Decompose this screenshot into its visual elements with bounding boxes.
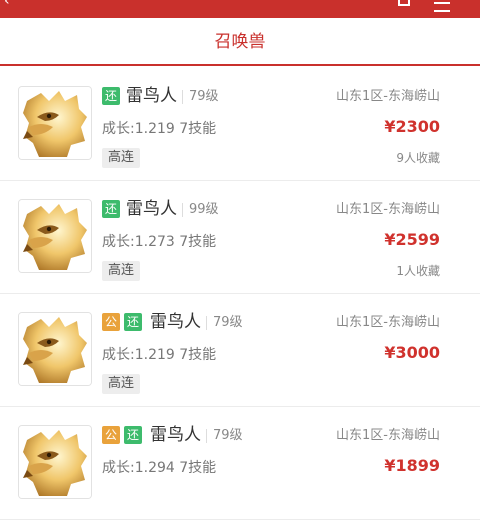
thunderbird-portrait-icon [19, 200, 91, 272]
pet-thumbnail [18, 425, 92, 499]
pet-thumbnail [18, 312, 92, 386]
pet-thumbnail [18, 199, 92, 273]
pet-name: 雷鸟人 [126, 86, 177, 106]
listing-item[interactable]: 还 雷鸟人 99级 成长:1.273 7技能 高连 山东1区-东海崂山 ¥259… [0, 181, 480, 294]
pet-name: 雷鸟人 [150, 312, 201, 332]
pet-level: 79级 [182, 88, 219, 106]
price: ¥2599 [384, 230, 440, 249]
return-badge: 还 [102, 87, 120, 105]
feature-tag: 高连 [102, 374, 141, 394]
badge-group: 公还 [102, 426, 146, 444]
tab-divider [0, 64, 480, 66]
badge-group: 还 [102, 200, 124, 218]
listing-item[interactable]: 还 雷鸟人 79级 成长:1.219 7技能 高连 山东1区-东海崂山 ¥230… [0, 68, 480, 181]
price: ¥1899 [384, 456, 440, 475]
tab-summoned-beast[interactable]: 召唤兽 [0, 30, 480, 54]
server-name: 山东1区-东海崂山 [336, 428, 440, 443]
growth-skills: 成长:1.219 7技能 [102, 347, 217, 363]
return-badge: 还 [124, 426, 142, 444]
growth-skills: 成长:1.219 7技能 [102, 121, 217, 137]
feature-tag: 高连 [102, 261, 141, 281]
return-badge: 还 [102, 200, 120, 218]
price: ¥2300 [384, 117, 440, 136]
favorite-count: 1人收藏 [396, 264, 440, 278]
public-badge: 公 [102, 426, 120, 444]
return-badge: 还 [124, 313, 142, 331]
growth-skills: 成长:1.294 7技能 [102, 460, 217, 476]
listing-item[interactable]: 公还 雷鸟人 79级 成长:1.219 7技能 高连 山东1区-东海崂山 ¥30… [0, 294, 480, 407]
pet-level: 79级 [206, 427, 243, 445]
server-name: 山东1区-东海崂山 [336, 202, 440, 217]
pet-name: 雷鸟人 [150, 425, 201, 445]
share-icon[interactable] [398, 0, 410, 6]
listing-list: 还 雷鸟人 79级 成长:1.219 7技能 高连 山东1区-东海崂山 ¥230… [0, 68, 480, 520]
pet-name: 雷鸟人 [126, 199, 177, 219]
growth-skills: 成长:1.273 7技能 [102, 234, 217, 250]
price: ¥3000 [384, 343, 440, 362]
back-arrow-icon[interactable]: ‹ [4, 0, 18, 8]
pet-thumbnail [18, 86, 92, 160]
pet-level: 79级 [206, 314, 243, 332]
public-badge: 公 [102, 313, 120, 331]
thunderbird-portrait-icon [19, 426, 91, 498]
listing-item[interactable]: 公还 雷鸟人 79级 成长:1.294 7技能 山东1区-东海崂山 ¥1899 [0, 407, 480, 520]
thunderbird-portrait-icon [19, 87, 91, 159]
category-tab-bar: 召唤兽 [0, 18, 480, 66]
menu-icon[interactable] [434, 2, 450, 12]
thunderbird-portrait-icon [19, 313, 91, 385]
badge-group: 公还 [102, 313, 146, 331]
server-name: 山东1区-东海崂山 [336, 89, 440, 104]
feature-tag: 高连 [102, 148, 141, 168]
server-name: 山东1区-东海崂山 [336, 315, 440, 330]
favorite-count: 9人收藏 [396, 151, 440, 165]
pet-level: 99级 [182, 201, 219, 219]
top-nav-bar: ‹ [0, 0, 480, 18]
badge-group: 还 [102, 87, 124, 105]
